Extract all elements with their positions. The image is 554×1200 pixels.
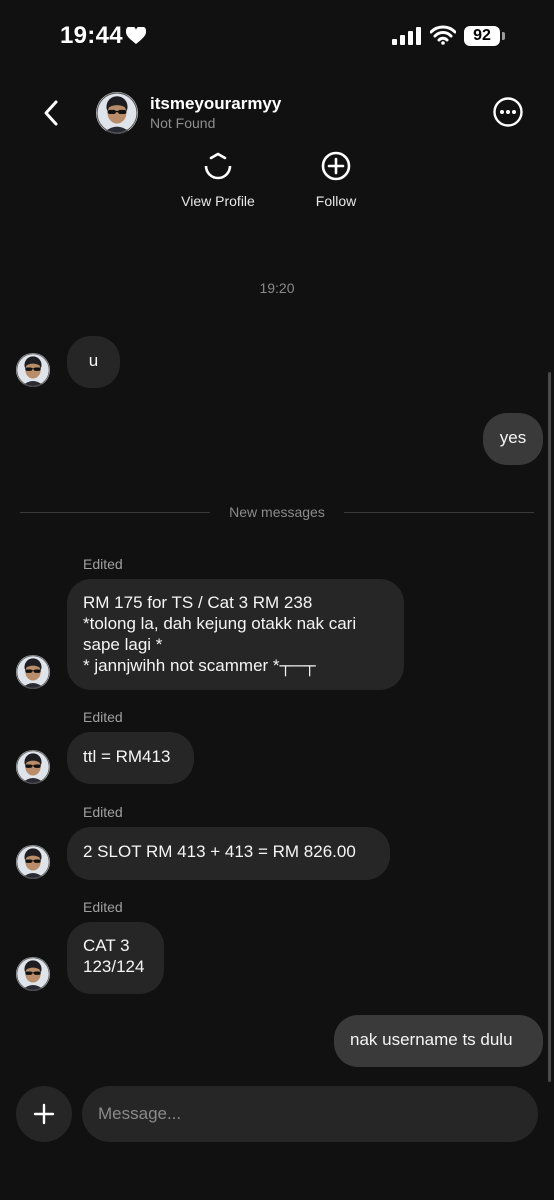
message-incoming[interactable]: CAT 3 123/124 — [67, 922, 164, 994]
signal-icon — [392, 27, 422, 50]
sender-avatar[interactable] — [16, 353, 50, 387]
battery-tip — [502, 32, 505, 40]
edited-label: Edited — [83, 709, 123, 725]
view-profile-action[interactable]: View Profile — [172, 150, 264, 209]
sender-avatar[interactable] — [16, 655, 50, 689]
message-composer — [0, 1086, 554, 1144]
sender-avatar[interactable] — [16, 845, 50, 879]
message-incoming[interactable]: 2 SLOT RM 413 + 413 = RM 826.00 — [67, 827, 390, 880]
chevron-left-icon — [44, 100, 58, 126]
message-incoming[interactable]: RM 175 for TS / Cat 3 RM 238 *tolong la,… — [67, 579, 404, 690]
status-bar: 19:44 92 — [0, 0, 554, 76]
chat-scrollbar[interactable] — [548, 372, 551, 1082]
header-username[interactable]: itsmeyourarmyy — [150, 94, 281, 114]
message-input[interactable] — [82, 1086, 538, 1142]
battery-level: 92 — [464, 26, 500, 46]
edited-label: Edited — [83, 899, 123, 915]
message-incoming[interactable]: u — [67, 336, 120, 388]
divider-line-right — [344, 512, 534, 513]
chat-timestamp: 19:20 — [259, 280, 295, 296]
back-button[interactable] — [38, 96, 68, 130]
header-status: Not Found — [150, 115, 216, 131]
message-incoming[interactable]: ttl = RM413 — [67, 732, 194, 784]
edited-label: Edited — [83, 556, 123, 572]
view-profile-label: View Profile — [181, 193, 255, 209]
status-time: 19:44 — [60, 22, 123, 49]
sender-avatar[interactable] — [16, 750, 50, 784]
wifi-icon — [429, 25, 457, 50]
message-outgoing[interactable]: nak username ts dulu — [334, 1015, 543, 1067]
follow-action[interactable]: Follow — [298, 150, 374, 209]
sender-avatar[interactable] — [16, 957, 50, 991]
edited-label: Edited — [83, 804, 123, 820]
chat-header: itsmeyourarmyy Not Found — [0, 86, 554, 142]
plus-icon — [33, 1103, 55, 1125]
add-attachment-button[interactable] — [16, 1086, 72, 1142]
new-messages-divider: New messages — [20, 503, 534, 523]
header-avatar[interactable] — [96, 92, 138, 134]
more-icon — [493, 97, 523, 127]
more-options-button[interactable] — [492, 96, 524, 128]
follow-label: Follow — [315, 193, 357, 209]
heart-icon — [125, 25, 147, 50]
message-outgoing[interactable]: yes — [483, 413, 543, 465]
profile-actions: View Profile Follow — [0, 150, 554, 230]
profile-icon — [204, 152, 232, 180]
follow-plus-icon — [321, 151, 351, 181]
